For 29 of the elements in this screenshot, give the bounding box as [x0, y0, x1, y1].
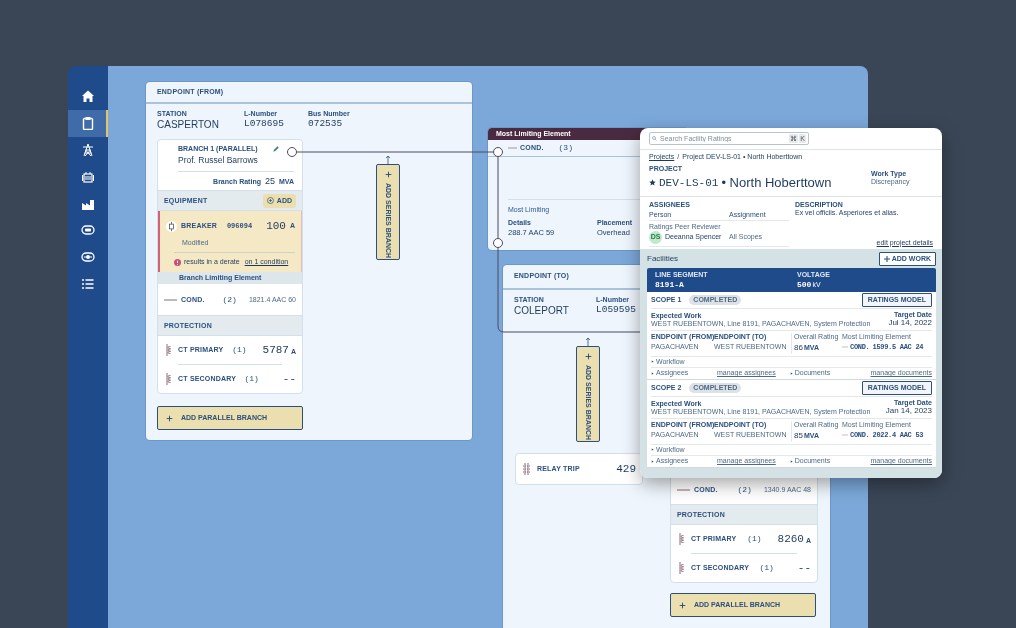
date-value: Jan 14, 2023	[885, 407, 932, 416]
project-code: DEV-LS-01	[659, 175, 719, 191]
section-title: Facilities	[647, 252, 679, 265]
rating-value: 25	[264, 174, 275, 188]
field-value: L078695	[244, 118, 284, 131]
element-count: (3)	[558, 142, 573, 154]
field-value: 8191-A	[655, 279, 684, 292]
device-count: (1)	[232, 344, 247, 357]
element-count: (2)	[737, 484, 752, 497]
field-value: 500	[797, 279, 812, 292]
device-count: (1)	[244, 373, 259, 386]
field-value: COLEPORT	[514, 304, 569, 318]
device-rating: 5787	[262, 343, 289, 359]
device-count: (1)	[759, 562, 774, 575]
device-rating: --	[797, 561, 811, 577]
device-rating: 8260	[777, 532, 804, 548]
device-rating: 100	[266, 219, 286, 235]
device-rating: --	[282, 372, 296, 388]
field-value: CASPERTON	[157, 118, 219, 132]
rating-value: 86	[794, 342, 803, 354]
date-value: Jul 14, 2022	[888, 319, 932, 328]
project-name: • North Hoberttown	[721, 174, 832, 193]
field-value: 072535	[308, 118, 343, 131]
device-rating: 429	[616, 462, 636, 478]
rating-value: 85	[794, 429, 803, 442]
branch-name: Prof. Russel Barrows	[178, 153, 258, 167]
field-value: L059595	[596, 304, 636, 317]
element-count: (2)	[222, 293, 237, 306]
device-count: (1)	[747, 533, 762, 546]
